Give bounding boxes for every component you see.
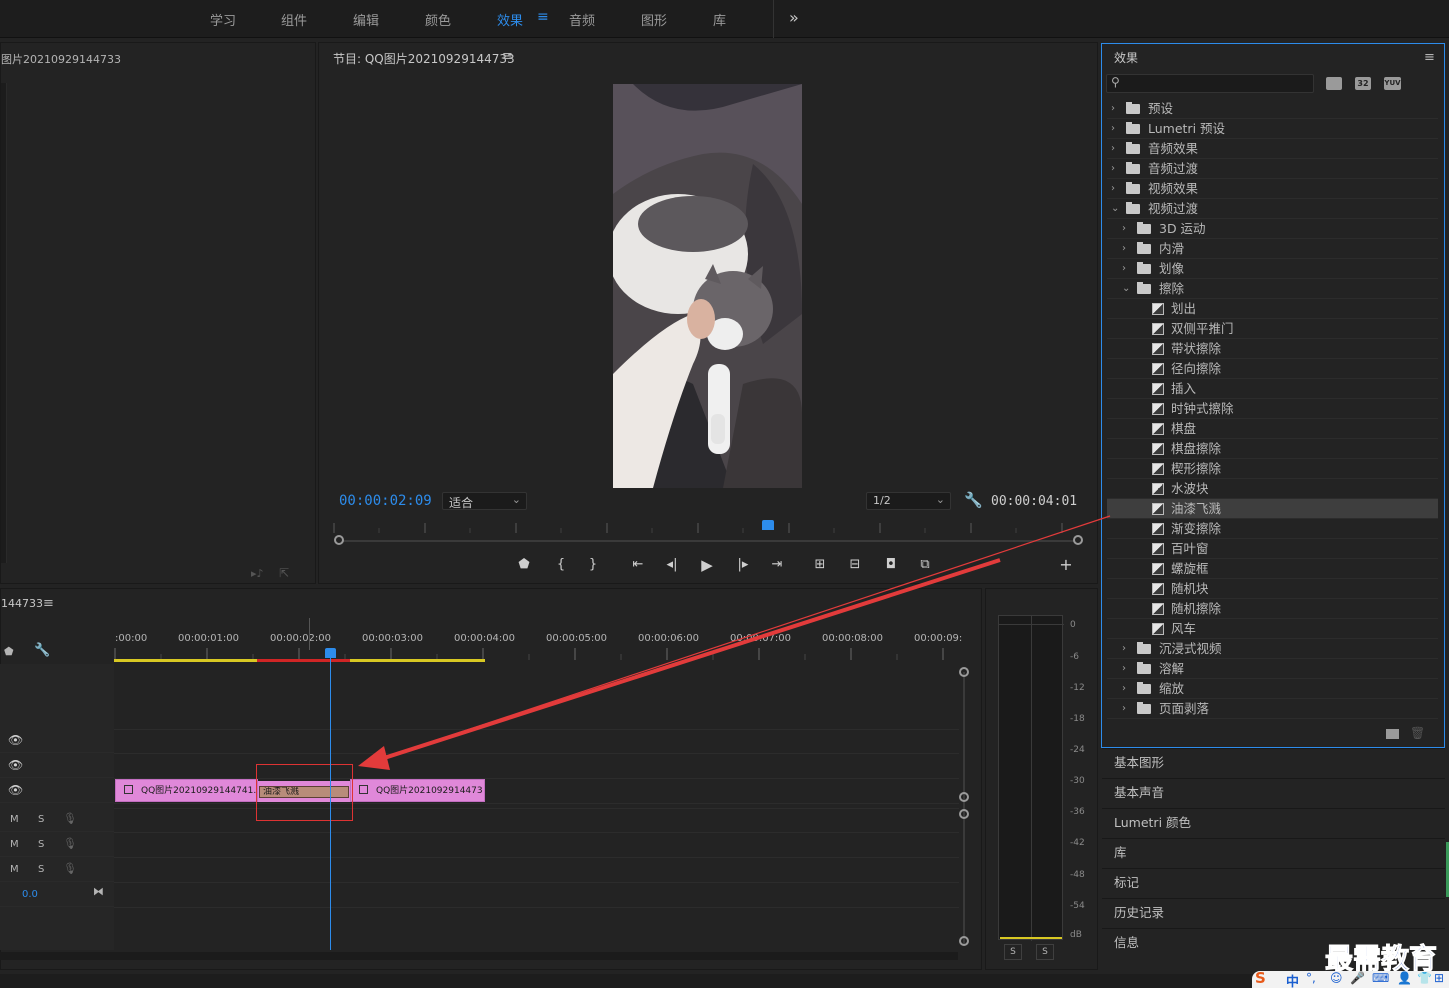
- user-icon[interactable]: 👤: [1397, 971, 1412, 985]
- keyboard-icon[interactable]: ⌨: [1372, 971, 1389, 985]
- annotation-arrow: [358, 515, 1111, 770]
- punctuation-icon[interactable]: °,: [1306, 971, 1316, 985]
- toolbox-icon[interactable]: ⊞: [1434, 971, 1444, 985]
- skin-icon[interactable]: 👕: [1417, 971, 1432, 985]
- sogou-icon[interactable]: S: [1255, 969, 1266, 987]
- emoji-icon[interactable]: ☺: [1330, 971, 1343, 985]
- ime-mode-text[interactable]: 中: [1286, 971, 1299, 988]
- voice-icon[interactable]: 🎤: [1350, 971, 1365, 985]
- ime-toolbar: S 中 °, ☺ 🎤 ⌨ 👤 👕 ⊞: [1252, 969, 1449, 988]
